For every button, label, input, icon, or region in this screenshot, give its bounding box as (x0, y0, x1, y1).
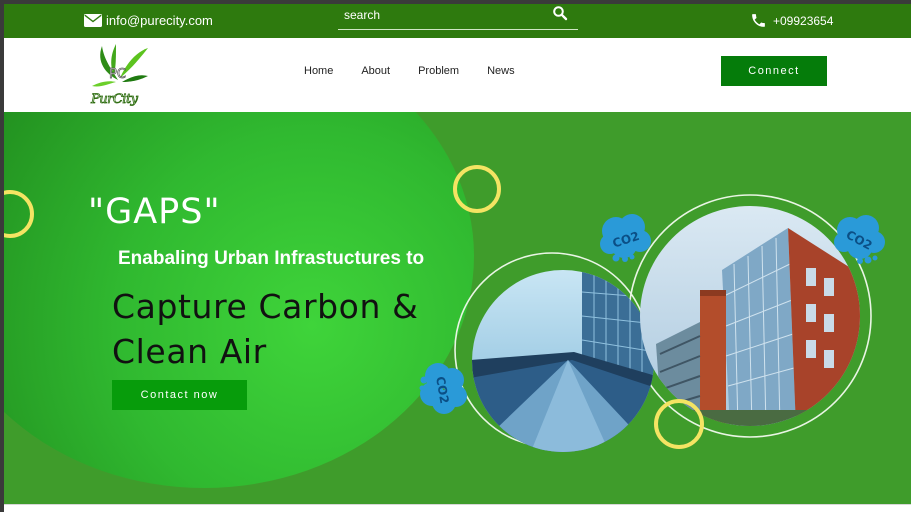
hero-subtitle: Enabaling Urban Infrastuctures to (118, 248, 425, 269)
hero-section: CO2 CO2 CO2 "GAPS" Enabaling Urban Infra… (4, 112, 911, 504)
cloud-co2-icon: CO2 (834, 215, 885, 264)
nav-item-home[interactable]: Home (304, 65, 333, 77)
phone-text: +09923654 (773, 13, 834, 28)
nav-item-problem[interactable]: Problem (418, 65, 459, 77)
page-frame: info@purecity.com +09923654 PC (4, 4, 911, 512)
contact-now-button[interactable]: Contact now (112, 380, 247, 410)
hero-headline-line: Capture Carbon & (112, 287, 419, 326)
hero-quote-title: "GAPS" (88, 192, 221, 232)
main-nav: Home About Problem News (304, 65, 515, 77)
email-text: info@purecity.com (106, 13, 213, 28)
site-logo[interactable]: PC PurCity (88, 40, 150, 110)
nav-bar: PC PurCity Home About Problem News Conne… (4, 38, 911, 112)
hero-headline-line: Clean Air (112, 332, 267, 371)
yellow-ring-decoration (4, 190, 34, 238)
top-bar: info@purecity.com +09923654 (4, 4, 911, 38)
logo-leaves-icon: PC (92, 44, 148, 87)
logo-initials: PC (109, 67, 126, 82)
search-input[interactable] (338, 4, 550, 26)
cloud-co2-icon: CO2 (600, 214, 651, 262)
search-bar (338, 4, 578, 30)
phone-icon (752, 14, 765, 27)
contact-phone[interactable]: +09923654 (750, 12, 833, 29)
search-icon[interactable] (552, 5, 568, 21)
hero-headline: Capture Carbon & Clean Air (112, 284, 418, 374)
nav-item-about[interactable]: About (361, 65, 390, 77)
building-photo-left (472, 270, 654, 452)
yellow-ring-decoration (453, 165, 501, 213)
yellow-ring-decoration (654, 399, 704, 449)
section-divider (4, 504, 911, 512)
nav-item-news[interactable]: News (487, 65, 515, 77)
contact-email[interactable]: info@purecity.com (84, 13, 213, 28)
connect-button[interactable]: Connect (721, 56, 827, 86)
logo-name: PurCity (91, 92, 139, 108)
mail-icon (84, 14, 102, 27)
cloud-co2-icon: CO2 (419, 363, 467, 414)
building-photo-right (640, 206, 860, 426)
